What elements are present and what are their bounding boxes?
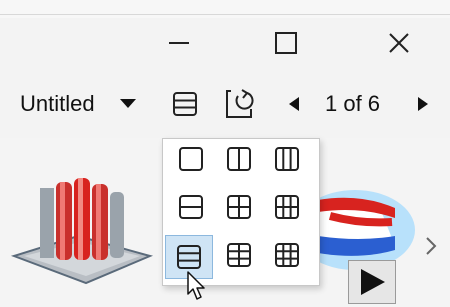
layout-icon bbox=[173, 92, 197, 116]
refresh-view-button[interactable] bbox=[220, 84, 260, 124]
maximize-icon bbox=[275, 32, 297, 54]
view-selector[interactable]: Untitled bbox=[0, 68, 145, 138]
layout-option-3x3[interactable] bbox=[267, 235, 307, 275]
next-page-icon bbox=[418, 97, 428, 111]
minimize-icon bbox=[169, 42, 189, 44]
nine-view-icon bbox=[275, 243, 299, 267]
background-window-strip bbox=[0, 0, 450, 18]
maximize-button[interactable] bbox=[257, 18, 315, 68]
mouse-pointer-icon bbox=[187, 271, 205, 300]
layout-option-3x2[interactable] bbox=[219, 235, 259, 275]
chevron-down-icon bbox=[120, 99, 136, 108]
two-column-view-icon bbox=[227, 147, 251, 171]
six-view-icon bbox=[275, 195, 299, 219]
layout-button[interactable] bbox=[168, 87, 202, 121]
close-icon bbox=[389, 33, 409, 53]
window-titlebar bbox=[0, 18, 450, 68]
close-button[interactable] bbox=[370, 18, 428, 68]
next-view-arrow[interactable] bbox=[420, 234, 442, 258]
two-row-view-icon bbox=[179, 195, 203, 219]
six-view-rows-icon bbox=[227, 243, 251, 267]
layout-option-1x3[interactable] bbox=[267, 139, 307, 179]
background-text-fragment bbox=[96, 0, 156, 14]
minimize-button[interactable] bbox=[150, 18, 208, 68]
layout-option-1x2[interactable] bbox=[219, 139, 259, 179]
play-icon bbox=[361, 269, 385, 295]
next-page-button[interactable] bbox=[413, 92, 433, 116]
quad-view-icon bbox=[227, 195, 251, 219]
extruded-fins-model bbox=[10, 178, 154, 285]
view-toolbar: Untitled 1 of 6 bbox=[0, 68, 450, 138]
previous-page-button[interactable] bbox=[284, 92, 304, 116]
layout-menu bbox=[162, 138, 320, 286]
refresh-view-icon bbox=[226, 89, 254, 118]
three-column-view-icon bbox=[275, 147, 299, 171]
page-indicator: 1 of 6 bbox=[325, 91, 381, 116]
previous-page-icon bbox=[289, 97, 299, 111]
layout-option-2x2[interactable] bbox=[219, 187, 259, 227]
chevron-right-icon bbox=[426, 237, 437, 255]
single-view-icon bbox=[179, 147, 203, 171]
layout-option-1x1[interactable] bbox=[171, 139, 211, 179]
play-animation-button[interactable] bbox=[348, 260, 396, 304]
layout-option-2x1[interactable] bbox=[171, 187, 211, 227]
three-row-view-icon bbox=[177, 245, 201, 269]
view-name-label: Untitled bbox=[20, 91, 95, 116]
layout-option-2x3[interactable] bbox=[267, 187, 307, 227]
